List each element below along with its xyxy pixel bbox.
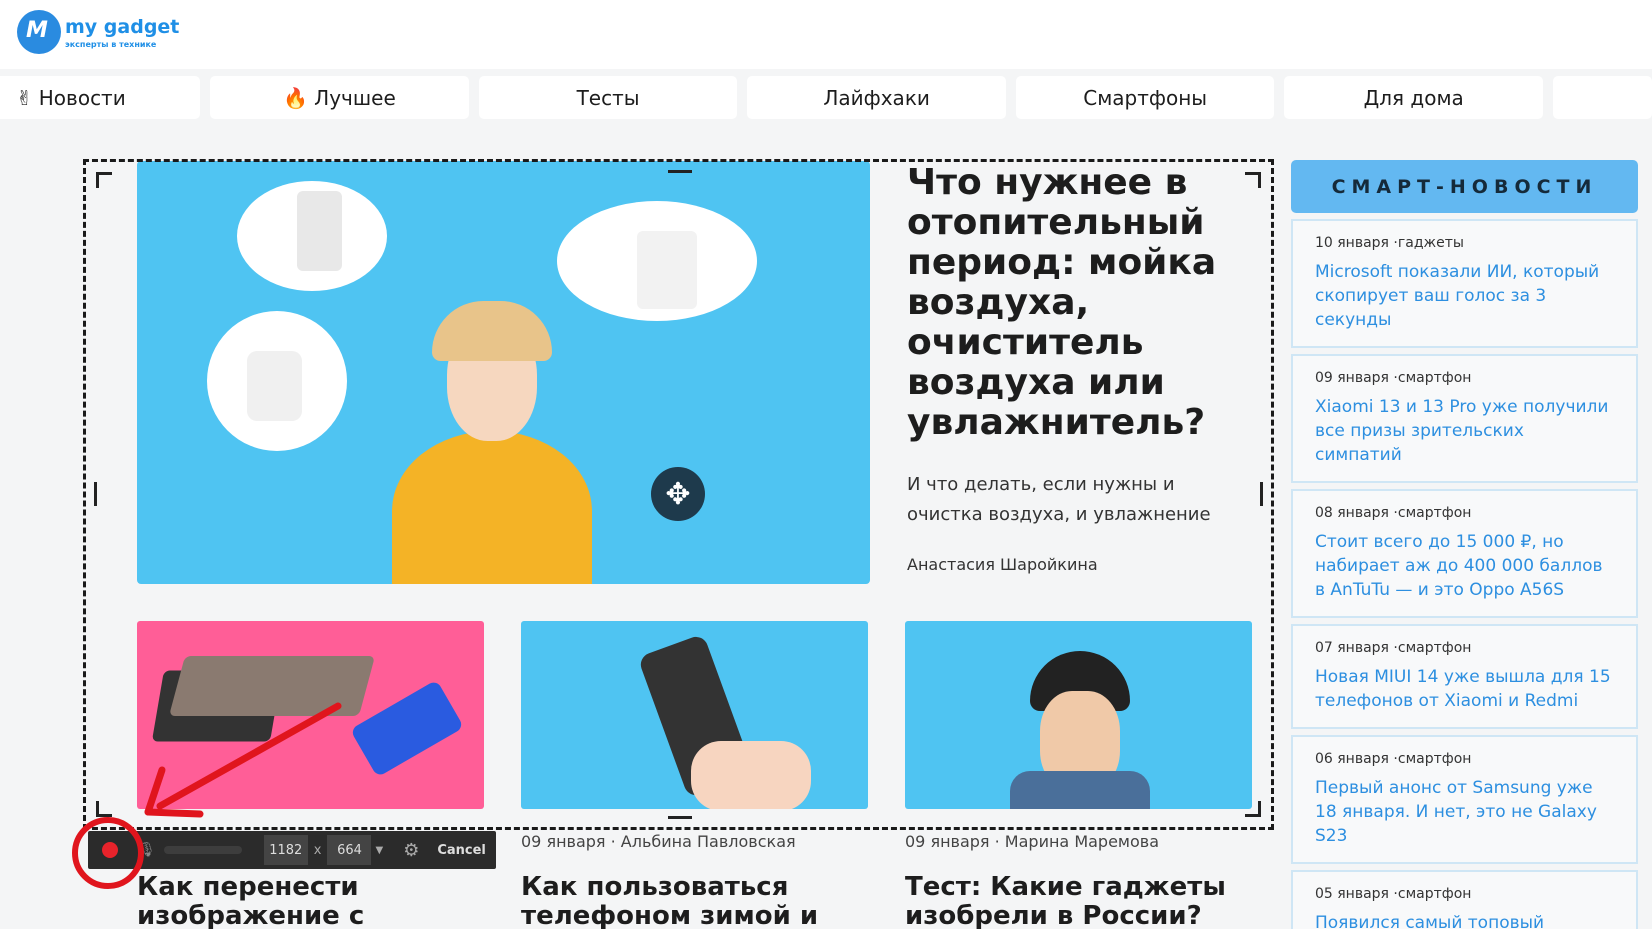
hero-title[interactable]: Что нужнее в отопительный период: мойка … bbox=[907, 163, 1277, 443]
smart-news-sidebar: СМАРТ-НОВОСТИ 10 января ·гаджеты Microso… bbox=[1291, 160, 1638, 929]
nav-item-tests[interactable]: Тесты bbox=[478, 76, 738, 119]
volume-slider[interactable] bbox=[163, 846, 242, 854]
victory-hand-icon: ✌ bbox=[16, 85, 33, 110]
news-meta: 09 января ·смартфон bbox=[1315, 370, 1472, 386]
site-logo[interactable]: my gadget эксперты в технике bbox=[17, 10, 179, 54]
nav-item-label: Тесты bbox=[576, 85, 640, 110]
nav-item-best[interactable]: 🔥 Лучшее bbox=[210, 76, 469, 119]
sidebar-news-item[interactable]: 09 января ·смартфон Xiaomi 13 и 13 Pro у… bbox=[1291, 354, 1638, 483]
cancel-button[interactable]: Cancel bbox=[437, 843, 486, 858]
card-title[interactable]: Как перенести изображение с bbox=[137, 873, 497, 929]
card-image-2[interactable] bbox=[521, 621, 868, 809]
hero-author[interactable]: Анастасия Шаройкина bbox=[907, 555, 1098, 574]
resize-handle-bottom[interactable] bbox=[668, 816, 692, 819]
nav-item-label: Новости bbox=[38, 85, 126, 110]
dimension-separator: x bbox=[313, 842, 322, 858]
hero-subtitle: И что делать, если нужны и очистка возду… bbox=[907, 474, 1211, 525]
gear-icon[interactable]: ⚙ bbox=[403, 840, 419, 861]
logo-name: my gadget bbox=[65, 15, 180, 38]
height-input[interactable]: 664 bbox=[327, 835, 372, 865]
nav-item-smartphones[interactable]: Смартфоны bbox=[1015, 76, 1275, 119]
sidebar-news-item[interactable]: 10 января ·гаджеты Microsoft показали ИИ… bbox=[1291, 219, 1638, 348]
card-title[interactable]: Тест: Какие гаджеты изобрели в России? bbox=[905, 873, 1265, 929]
news-meta: 10 января ·гаджеты bbox=[1315, 235, 1464, 251]
nav-item-home[interactable]: Для дома bbox=[1284, 76, 1543, 119]
resize-corner-bl[interactable] bbox=[96, 801, 112, 817]
nav-item-label: Лайфхаки bbox=[823, 85, 930, 110]
card-meta: 09 января · Альбина Павловская bbox=[521, 832, 796, 851]
nav-item-lifehacks[interactable]: Лайфхаки bbox=[747, 76, 1006, 119]
card-title[interactable]: Как пользоваться телефоном зимой и bbox=[521, 873, 881, 929]
news-title[interactable]: Первый анонс от Samsung уже 18 января. И… bbox=[1315, 776, 1614, 848]
resize-corner-tl[interactable] bbox=[96, 172, 112, 188]
hero-image[interactable] bbox=[137, 161, 870, 584]
news-title[interactable]: Microsoft показали ИИ, который скопирует… bbox=[1315, 260, 1614, 332]
news-meta: 08 января ·смартфон bbox=[1315, 505, 1472, 521]
sidebar-news-item[interactable]: 07 января ·смартфон Новая MIUI 14 уже вы… bbox=[1291, 624, 1638, 729]
news-title[interactable]: Новая MIUI 14 уже вышла для 15 телефонов… bbox=[1315, 665, 1614, 713]
card-meta: 09 января · Марина Маремова bbox=[905, 832, 1160, 851]
resize-handle-right[interactable] bbox=[1260, 482, 1263, 506]
nav-item-news[interactable]: ✌ Новости bbox=[0, 76, 201, 119]
sidebar-news-item[interactable]: 08 января ·смартфон Стоит всего до 15 00… bbox=[1291, 489, 1638, 618]
resize-handle-left[interactable] bbox=[94, 482, 97, 506]
news-meta: 06 января ·смартфон bbox=[1315, 751, 1472, 767]
nav-item-label: Лучшее bbox=[314, 85, 396, 110]
width-input[interactable]: 1182 bbox=[263, 835, 308, 865]
card-image-3[interactable] bbox=[905, 621, 1252, 809]
move-icon[interactable]: ✥ bbox=[651, 467, 705, 521]
main-nav: ✌ Новости 🔥 Лучшее Тесты Лайфхаки Смартф… bbox=[0, 76, 1652, 119]
sidebar-heading: СМАРТ-НОВОСТИ bbox=[1291, 160, 1638, 213]
sidebar-news-item[interactable]: 06 января ·смартфон Первый анонс от Sams… bbox=[1291, 735, 1638, 864]
fire-icon: 🔥 bbox=[283, 85, 309, 110]
logo-icon bbox=[17, 10, 61, 54]
news-meta: 07 января ·смартфон bbox=[1315, 640, 1472, 656]
annotation-circle bbox=[72, 817, 144, 889]
nav-item-label: Смартфоны bbox=[1083, 85, 1208, 110]
nav-item-more[interactable] bbox=[1552, 76, 1652, 119]
chevron-down-icon[interactable]: ▼ bbox=[375, 845, 383, 856]
card-image-1[interactable] bbox=[137, 621, 484, 809]
nav-item-label: Для дома bbox=[1363, 85, 1464, 110]
news-title[interactable]: Появился самый топовый bbox=[1315, 911, 1614, 929]
recorder-toolbar: 🎙 1182 x 664 ▼ ⚙ Cancel bbox=[88, 831, 496, 869]
news-title[interactable]: Стоит всего до 15 000 ₽, но набирает аж … bbox=[1315, 530, 1614, 602]
news-meta: 05 января ·смартфон bbox=[1315, 886, 1472, 902]
sidebar-news-item[interactable]: 05 января ·смартфон Появился самый топов… bbox=[1291, 870, 1638, 929]
site-header: my gadget эксперты в технике bbox=[0, 0, 1652, 69]
news-title[interactable]: Xiaomi 13 и 13 Pro уже получили все приз… bbox=[1315, 395, 1614, 467]
logo-tagline: эксперты в технике bbox=[65, 39, 157, 49]
